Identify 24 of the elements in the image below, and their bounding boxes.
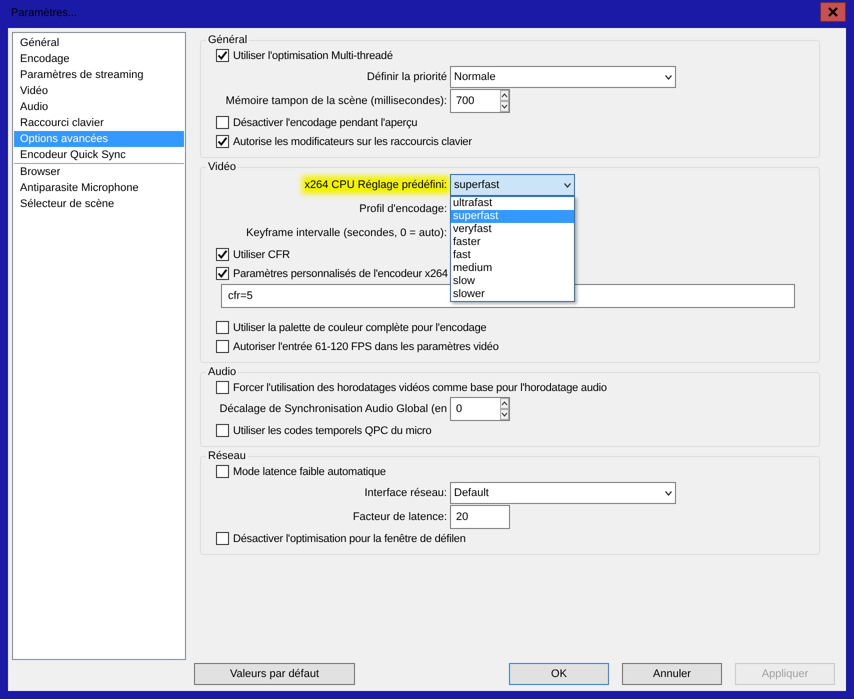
checkbox-label: Paramètres personnalisés de l'encodeur x264 bbox=[233, 268, 448, 280]
checkbox-label: Désactiver l'optimisation pour la fenêtre de défilen bbox=[233, 532, 466, 544]
field-label: x264 CPU Réglage prédéfini: bbox=[304, 179, 447, 191]
group-title: Général bbox=[207, 34, 248, 46]
checkbox-label: Utiliser la palette de couleur complète pour l'encodage bbox=[233, 322, 486, 334]
field-label: Interface réseau: bbox=[364, 487, 447, 499]
group-title: Audio bbox=[207, 366, 238, 378]
field-label: Profil d'encodage: bbox=[359, 203, 447, 215]
group-title: Réseau bbox=[207, 450, 247, 462]
field-label: Keyframe intervalle (secondes, 0 = auto): bbox=[246, 227, 447, 239]
field-label: Définir la priorité bbox=[366, 71, 447, 83]
window-title: Paramètres... bbox=[11, 7, 78, 19]
checkbox-label: Autorise les modificateurs sur les raccourcis clavier bbox=[233, 136, 472, 148]
checkbox-label: Autoriser l'entrée 61-120 FPS dans les paramètres vidéo bbox=[233, 340, 499, 352]
group-title: Vidéo bbox=[207, 161, 237, 173]
checkbox-label: Utiliser l'optimisation Multi-threadé bbox=[233, 50, 393, 62]
checkbox-label: Désactiver l'encodage pendant l'aperçu bbox=[233, 116, 418, 128]
checkbox-label: Utiliser CFR bbox=[233, 248, 290, 260]
checkbox-label: Utiliser les codes temporels QPC du micro bbox=[233, 424, 432, 436]
field-label: Mémoire tampon de la scène (millisecondes): bbox=[226, 95, 447, 107]
checkbox-label: Forcer l'utilisation des horodatages vidéos comme base pour l'horodatage audio bbox=[233, 382, 607, 394]
field-label: Décalage de Synchronisation Audio Global (en bbox=[220, 403, 447, 415]
field-label: Facteur de latence: bbox=[352, 511, 447, 523]
checkbox-label: Mode latence faible automatique bbox=[233, 466, 386, 478]
